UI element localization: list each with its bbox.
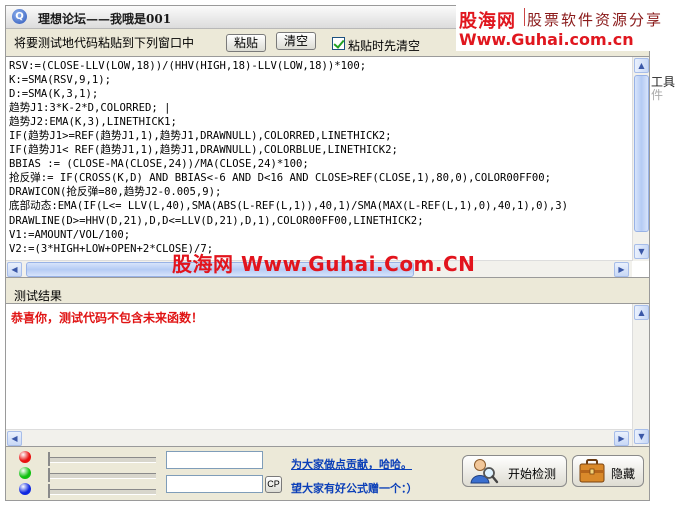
site-watermark: 股海网 Www.Guhai.Com.CN — [172, 252, 476, 276]
scroll-up-icon[interactable]: ▲ — [634, 58, 649, 73]
code-line[interactable]: DRAWICON(抢反弹=80,趋势J2-0.005,9); — [9, 185, 631, 199]
brand-divider — [524, 8, 525, 26]
scroll-left-icon[interactable]: ◀ — [7, 262, 22, 277]
copy-button[interactable]: CP — [265, 476, 282, 493]
editor-vertical-scrollbar[interactable]: ▲ ▼ — [632, 57, 649, 261]
status-field-2[interactable] — [166, 475, 263, 493]
red-status-dot — [19, 451, 31, 463]
code-text[interactable]: RSV:=(CLOSE-LLV(LOW,18))/(HHV(HIGH,18)-L… — [9, 59, 631, 255]
result-scroll-down-icon[interactable]: ▼ — [634, 429, 649, 444]
brand-tagline: 股票软件资源分享 — [527, 11, 664, 29]
paste-hint: 将要测试地代码粘贴到下列窗口中 — [14, 36, 195, 50]
briefcase-icon — [579, 459, 605, 483]
red-slider-thumb[interactable] — [48, 452, 50, 466]
contribute-link[interactable]: 为大家做点贡献，哈哈。 — [291, 456, 412, 472]
red-slider[interactable] — [48, 452, 156, 466]
result-vertical-scrollbar[interactable]: ▲ ▼ — [632, 304, 649, 446]
code-line[interactable]: K:=SMA(RSV,9,1); — [9, 73, 631, 87]
clear-button[interactable]: 清空 — [276, 32, 316, 50]
result-scroll-left-icon[interactable]: ◀ — [7, 431, 22, 446]
clear-before-paste-label: 粘贴时先清空 — [348, 39, 421, 53]
result-scroll-up-icon[interactable]: ▲ — [634, 305, 649, 320]
start-check-button[interactable]: 开始检测 — [462, 455, 567, 487]
code-line[interactable]: V1:=AMOUNT/VOL/100; — [9, 228, 631, 242]
hide-button[interactable]: 隐藏 — [572, 455, 644, 487]
blue-slider[interactable] — [48, 484, 156, 498]
scroll-right-icon[interactable]: ▶ — [614, 262, 629, 277]
blue-status-dot — [19, 483, 31, 495]
start-check-label: 开始检测 — [508, 467, 557, 481]
hide-label: 隐藏 — [611, 467, 636, 481]
code-line[interactable]: DRAWLINE(D>=HHV(D,21),D,D<=LLV(D,21),D,1… — [9, 214, 631, 228]
background-window-text: 工具 件 — [651, 76, 675, 102]
code-line[interactable]: 趋势J2:EMA(K,3),LINETHICK1; — [9, 115, 631, 129]
brand-url: Www.Guhai.com.cn — [459, 30, 634, 49]
green-slider[interactable] — [48, 468, 156, 482]
paste-button[interactable]: 粘贴 — [226, 34, 266, 52]
clear-before-paste-checkbox[interactable] — [332, 37, 345, 50]
code-editor[interactable]: RSV:=(CLOSE-LLV(LOW,18))/(HHV(HIGH,18)-L… — [6, 56, 649, 278]
code-line[interactable]: 抢反弹:= IF(CROSS(K,D) AND BBIAS<-6 AND D<1… — [9, 171, 631, 185]
app-icon: Q — [12, 9, 27, 24]
code-line[interactable]: 底部动态:EMA(IF(L<= LLV(L,40),SMA(ABS(L-REF(… — [9, 199, 631, 213]
code-line[interactable]: BBIAS := (CLOSE-MA(CLOSE,24))/MA(CLOSE,2… — [9, 157, 631, 171]
result-scroll-right-icon[interactable]: ▶ — [614, 431, 629, 446]
editor-vscroll-thumb[interactable] — [634, 75, 649, 232]
magnifier-user-icon — [470, 459, 499, 484]
formula-request-text: 望大家有好公式赠一个：） — [291, 482, 418, 495]
code-line[interactable]: D:=SMA(K,3,1); — [9, 87, 631, 101]
green-slider-thumb[interactable] — [48, 468, 50, 482]
result-message: 恭喜你，测试代码不包含未来函数！ — [11, 311, 204, 325]
brand-logo: 股海网 股票软件资源分享 Www.Guhai.com.cn — [456, 3, 678, 51]
code-line[interactable]: IF(趋势J1>=REF(趋势J1,1),趋势J1,DRAWNULL),COLO… — [9, 129, 631, 143]
result-horizontal-scrollbar[interactable]: ◀ ▶ — [6, 429, 632, 446]
status-field-1[interactable] — [166, 451, 263, 469]
result-output[interactable]: 恭喜你，测试代码不包含未来函数！ ▲ ▼ ◀ ▶ — [6, 303, 649, 447]
background-text-line-2: 件 — [651, 88, 664, 102]
scroll-down-icon[interactable]: ▼ — [634, 244, 649, 259]
code-line[interactable]: RSV:=(CLOSE-LLV(LOW,18))/(HHV(HIGH,18)-L… — [9, 59, 631, 73]
blue-slider-thumb[interactable] — [48, 484, 50, 498]
window-title: 理想论坛——我哦是001 — [38, 12, 172, 26]
code-line[interactable]: IF(趋势J1< REF(趋势J1,1),趋势J1,DRAWNULL),COLO… — [9, 143, 631, 157]
code-line[interactable]: 趋势J1:3*K-2*D,COLORRED; | — [9, 101, 631, 115]
green-status-dot — [19, 467, 31, 479]
result-label: 测试结果 — [14, 289, 63, 303]
